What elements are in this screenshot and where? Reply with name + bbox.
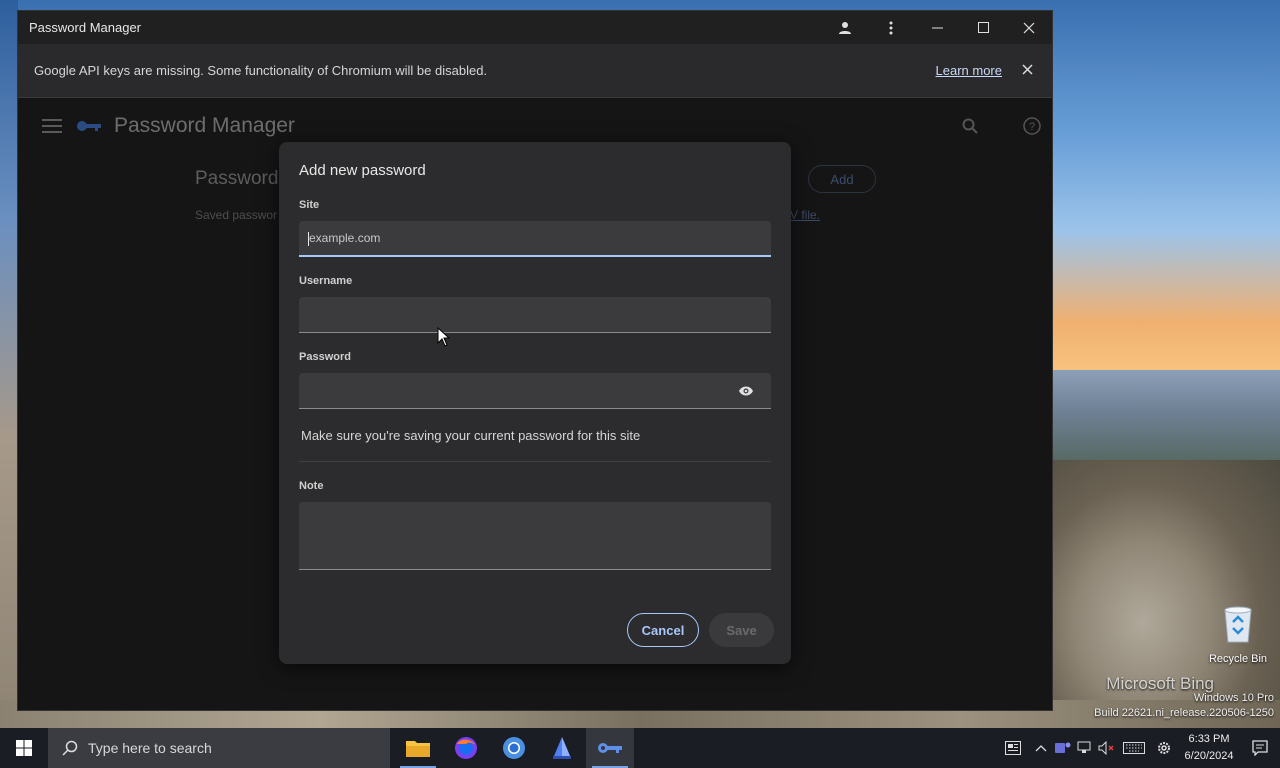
text-cursor <box>308 232 309 246</box>
search-icon[interactable] <box>958 114 982 138</box>
help-icon[interactable]: ? <box>1020 114 1044 138</box>
notification-center-icon[interactable] <box>1240 740 1280 756</box>
clock-time: 6:33 PM <box>1188 733 1230 745</box>
username-input[interactable] <box>299 297 771 332</box>
start-button[interactable] <box>0 728 48 768</box>
file-explorer-app[interactable] <box>394 728 442 768</box>
site-field[interactable] <box>299 221 771 257</box>
passwords-heading: Passwords <box>195 168 288 189</box>
taskbar-clock[interactable]: 6:33 PM 6/20/2024 <box>1178 731 1240 765</box>
site-label: Site <box>299 199 320 211</box>
search-icon <box>62 740 78 756</box>
password-field[interactable] <box>299 373 771 409</box>
keyboard-icon[interactable] <box>1118 728 1150 768</box>
system-tray: 6:33 PM 6/20/2024 <box>996 728 1280 768</box>
api-keys-infobar: Google API keys are missing. Some functi… <box>18 44 1052 98</box>
username-field[interactable] <box>299 297 771 333</box>
settings-gear-icon[interactable] <box>1150 728 1178 768</box>
windows-logo-icon <box>16 740 32 756</box>
note-textarea[interactable] <box>299 502 771 570</box>
volume-muted-icon[interactable] <box>1096 728 1118 768</box>
recycle-bin[interactable]: Recycle Bin <box>1206 604 1270 665</box>
clock-date: 6/20/2024 <box>1184 750 1234 762</box>
infobar-message: Google API keys are missing. Some functi… <box>34 63 488 78</box>
folder-icon <box>406 741 430 757</box>
site-input[interactable] <box>299 221 771 255</box>
profile-button[interactable] <box>822 11 868 44</box>
show-password-icon[interactable] <box>737 383 755 399</box>
add-password-button[interactable]: Add <box>808 165 876 193</box>
news-widget-icon[interactable] <box>996 728 1030 768</box>
cancel-button[interactable]: Cancel <box>627 613 699 647</box>
app-title: Password Manager <box>114 114 295 137</box>
dialog-divider <box>299 461 771 462</box>
hamburger-menu-icon[interactable] <box>42 115 62 137</box>
network-icon[interactable] <box>1074 728 1096 768</box>
password-input[interactable] <box>299 373 771 408</box>
learn-more-link[interactable]: Learn more <box>936 63 1002 78</box>
taskbar-search[interactable]: Type here to search <box>48 728 390 768</box>
infobar-close-button[interactable] <box>1018 62 1036 80</box>
os-build: Build 22621.ni_release.220506-1250 <box>1094 707 1274 719</box>
sail-app[interactable] <box>538 728 586 768</box>
chevron-up-icon[interactable] <box>1030 728 1052 768</box>
saved-passwords-text: Saved passwor <box>195 208 278 222</box>
minimize-button[interactable] <box>914 11 960 44</box>
firefox-app[interactable] <box>442 728 490 768</box>
key-icon <box>598 743 622 753</box>
recycle-bin-icon <box>1224 606 1252 643</box>
password-manager-app[interactable] <box>586 728 634 768</box>
sail-app-icon <box>553 737 571 759</box>
maximize-icon <box>977 22 989 33</box>
desktop-watermark: Microsoft Bing Windows 10 Pro Build 2262… <box>1094 674 1274 721</box>
search-placeholder: Type here to search <box>88 740 212 756</box>
key-logo-icon <box>77 121 101 131</box>
dialog-title: Add new password <box>299 162 426 179</box>
close-icon <box>1021 63 1033 75</box>
firefox-icon <box>455 737 477 759</box>
chromium-icon <box>503 737 525 759</box>
close-window-button[interactable] <box>1006 11 1052 44</box>
maximize-button[interactable] <box>960 11 1006 44</box>
window-title: Password Manager <box>29 20 141 35</box>
bing-watermark: Microsoft Bing <box>1106 674 1214 693</box>
close-icon <box>1023 22 1035 33</box>
svg-text:?: ? <box>1029 121 1035 133</box>
recycle-bin-label: Recycle Bin <box>1208 653 1268 665</box>
minimize-icon <box>931 27 943 28</box>
note-label: Note <box>299 480 324 492</box>
csv-link[interactable]: V file. <box>790 208 820 222</box>
save-button[interactable]: Save <box>709 613 774 647</box>
teams-icon[interactable] <box>1052 728 1074 768</box>
title-bar: Password Manager <box>18 11 1052 44</box>
taskbar: Type here to search 6:33 PM 6/20/2024 <box>0 728 1280 768</box>
password-label: Password <box>299 351 351 363</box>
chromium-app[interactable] <box>490 728 538 768</box>
username-label: Username <box>299 275 353 287</box>
password-hint: Make sure you're saving your current pas… <box>301 428 641 443</box>
desktop-left-edge <box>0 0 18 728</box>
add-password-dialog: Add new password Site Username Password … <box>279 142 791 664</box>
mouse-pointer-icon <box>437 327 451 347</box>
person-icon <box>839 21 851 34</box>
more-vert-icon <box>889 21 893 34</box>
os-edition: Windows 10 Pro <box>1193 692 1274 704</box>
menu-button[interactable] <box>868 11 914 44</box>
